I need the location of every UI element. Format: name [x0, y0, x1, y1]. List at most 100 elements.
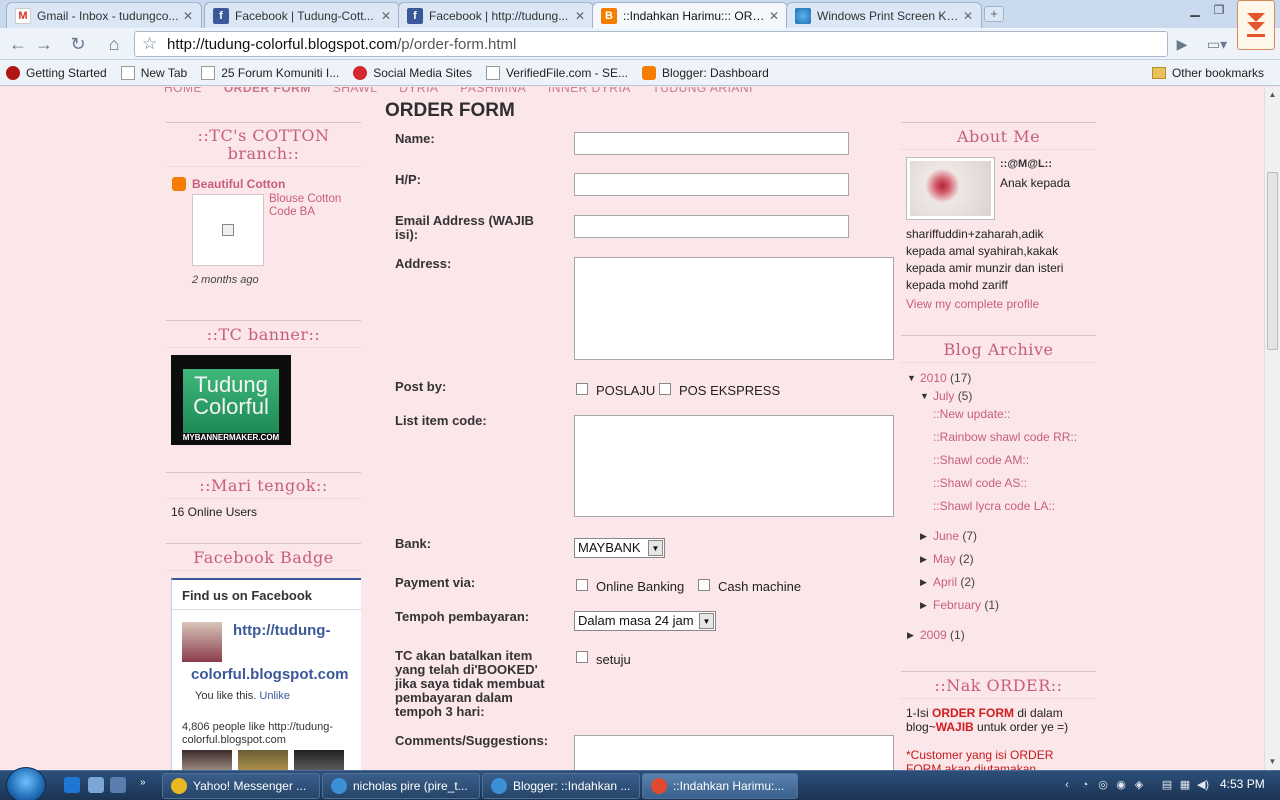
extension-download-icon[interactable]	[1237, 0, 1275, 50]
tab-order-form[interactable]: B ::Indahkan Harimu::: ORD... ✕	[592, 2, 788, 28]
close-icon[interactable]: ✕	[963, 9, 973, 23]
page-scrollbar[interactable]: ▲ ▼	[1264, 87, 1280, 770]
home-icon[interactable]: ⌂	[102, 32, 126, 56]
archive-month[interactable]: May	[933, 552, 956, 566]
archive-2009[interactable]: 2009 (1)	[920, 628, 965, 642]
profile-name[interactable]: ::@M@L::	[1000, 158, 1052, 170]
close-icon[interactable]: ✕	[769, 9, 779, 23]
archive-february[interactable]: February (1)	[933, 598, 999, 612]
page-menu-icon[interactable]: ▭▾	[1200, 32, 1234, 56]
clock[interactable]: 4:53 PM	[1220, 777, 1265, 791]
fb-page-link[interactable]: http://tudung-	[233, 622, 330, 639]
scroll-down-icon[interactable]: ▼	[1265, 754, 1280, 769]
archive-month[interactable]: April	[933, 575, 957, 589]
ie-icon[interactable]	[64, 777, 80, 793]
close-icon[interactable]: ✕	[381, 9, 391, 23]
archive-month[interactable]: February	[933, 598, 981, 612]
archive-month[interactable]: June	[933, 529, 959, 543]
archive-may[interactable]: May (2)	[933, 552, 974, 566]
collapsed-triangle-icon[interactable]: ▶	[907, 630, 914, 641]
bookmark-getting-started[interactable]: Getting Started	[0, 65, 115, 80]
maximize-icon[interactable]: ❐	[1208, 2, 1230, 18]
tempoh-select[interactable]: Dalam masa 24 jam ▼	[574, 611, 716, 631]
archive-post[interactable]: ::Rainbow shawl code RR::	[933, 430, 1077, 444]
taskbar-yahoo[interactable]: Yahoo! Messenger ...	[162, 773, 320, 799]
start-button[interactable]	[6, 767, 46, 800]
tab-print-screen[interactable]: Windows Print Screen Key ✕	[786, 2, 982, 28]
volume-icon[interactable]: ◀)	[1196, 778, 1210, 792]
nav-home[interactable]: HOME	[164, 87, 202, 95]
archive-post[interactable]: ::Shawl lycra code LA::	[933, 499, 1055, 513]
comments-textarea[interactable]	[574, 735, 894, 770]
collapsed-triangle-icon[interactable]: ▶	[920, 577, 927, 588]
tray-icon[interactable]: ◉	[1114, 778, 1128, 792]
tab-facebook-2[interactable]: f Facebook | http://tudung... ✕	[398, 2, 594, 28]
forward-icon[interactable]: →	[32, 32, 56, 56]
bookmark-star-icon[interactable]: ☆	[142, 34, 157, 54]
minimize-icon[interactable]: ▁	[1184, 2, 1206, 18]
close-icon[interactable]: ✕	[183, 9, 193, 23]
name-field[interactable]	[574, 132, 849, 155]
cotton-blog-link[interactable]: Beautiful Cotton	[192, 177, 285, 191]
nav-inner-dyria[interactable]: INNER DYRIA	[548, 87, 631, 95]
collapsed-triangle-icon[interactable]: ▶	[920, 600, 927, 611]
archive-year[interactable]: 2009	[920, 628, 947, 642]
archive-2010[interactable]: 2010 (17)	[920, 371, 971, 385]
bookmark-social-media[interactable]: Social Media Sites	[347, 65, 480, 80]
fb-fan-avatar[interactable]	[182, 750, 232, 770]
itemcode-textarea[interactable]	[574, 415, 894, 517]
nav-shawl[interactable]: SHAWL	[333, 87, 378, 95]
reload-icon[interactable]: ↻	[66, 32, 90, 56]
tray-icon[interactable]: ◎	[1096, 778, 1110, 792]
expand-triangle-icon[interactable]: ▼	[907, 373, 916, 383]
archive-post[interactable]: ::New update::	[933, 407, 1010, 421]
bookmark-new-tab[interactable]: New Tab	[115, 65, 195, 80]
new-tab-button[interactable]: +	[984, 6, 1004, 22]
poslaju-checkbox[interactable]	[576, 383, 588, 395]
bookmark-verifiedfile[interactable]: VerifiedFile.com - SE...	[480, 65, 636, 80]
agree-checkbox[interactable]	[576, 651, 588, 663]
hp-field[interactable]	[574, 173, 849, 196]
archive-july[interactable]: July (5)	[933, 389, 972, 403]
quicklaunch-more-icon[interactable]: »	[140, 777, 152, 793]
network-icon[interactable]: ▦	[1178, 778, 1192, 792]
taskbar-blogger[interactable]: Blogger: ::Indahkan ...	[482, 773, 640, 799]
archive-year[interactable]: 2010	[920, 371, 947, 385]
archive-june[interactable]: June (7)	[933, 529, 977, 543]
nav-pashmina[interactable]: PASHMINA	[460, 87, 526, 95]
address-textarea[interactable]	[574, 257, 894, 360]
tray-arrow-icon[interactable]: ‹	[1060, 778, 1074, 792]
profile-photo[interactable]	[906, 157, 995, 220]
online-banking-checkbox[interactable]	[576, 579, 588, 591]
address-bar[interactable]: ☆ http://tudung-colorful.blogspot.com/p/…	[134, 31, 1168, 57]
nav-order-form[interactable]: ORDER FORM	[224, 87, 311, 95]
archive-post[interactable]: ::Shawl code AS::	[933, 476, 1027, 490]
switch-windows-icon[interactable]	[110, 777, 126, 793]
scroll-thumb[interactable]	[1267, 172, 1278, 350]
show-desktop-icon[interactable]	[88, 777, 104, 793]
order-form-emphasis[interactable]: ORDER FORM	[932, 706, 1014, 720]
fb-page-avatar[interactable]	[182, 622, 222, 662]
taskbar-nicholas[interactable]: nicholas pire (pire_t...	[322, 773, 480, 799]
nav-dyria[interactable]: DYRIA	[399, 87, 438, 95]
collapsed-triangle-icon[interactable]: ▶	[920, 554, 927, 565]
nav-tudung-ariani[interactable]: TUDUNG ARIANI	[652, 87, 753, 95]
scroll-up-icon[interactable]: ▲	[1265, 87, 1280, 102]
bookmark-forum[interactable]: 25 Forum Komuniti I...	[195, 65, 347, 80]
cash-machine-checkbox[interactable]	[698, 579, 710, 591]
go-icon[interactable]: ▶	[1172, 32, 1192, 56]
email-field[interactable]	[574, 215, 849, 238]
tray-icon[interactable]: ◔	[1078, 778, 1092, 792]
view-profile-link[interactable]: View my complete profile	[906, 297, 1039, 311]
post-thumbnail[interactable]	[192, 194, 264, 266]
tab-facebook-1[interactable]: f Facebook | Tudung-Cott... ✕	[204, 2, 400, 28]
tray-icon[interactable]: ◈	[1132, 778, 1146, 792]
expand-triangle-icon[interactable]: ▼	[920, 391, 929, 401]
archive-post[interactable]: ::Shawl code AM::	[933, 453, 1029, 467]
tray-icon[interactable]: ▤	[1160, 778, 1174, 792]
tc-banner-image[interactable]: Tudung Colorful MYBANNERMAKER.COM	[171, 355, 291, 445]
bookmark-blogger[interactable]: Blogger: Dashboard	[636, 65, 777, 80]
other-bookmarks[interactable]: Other bookmarks	[1146, 60, 1272, 86]
fb-unlike-link[interactable]: Unlike	[259, 690, 290, 702]
taskbar-chrome-active[interactable]: ::Indahkan Harimu:...	[642, 773, 798, 799]
